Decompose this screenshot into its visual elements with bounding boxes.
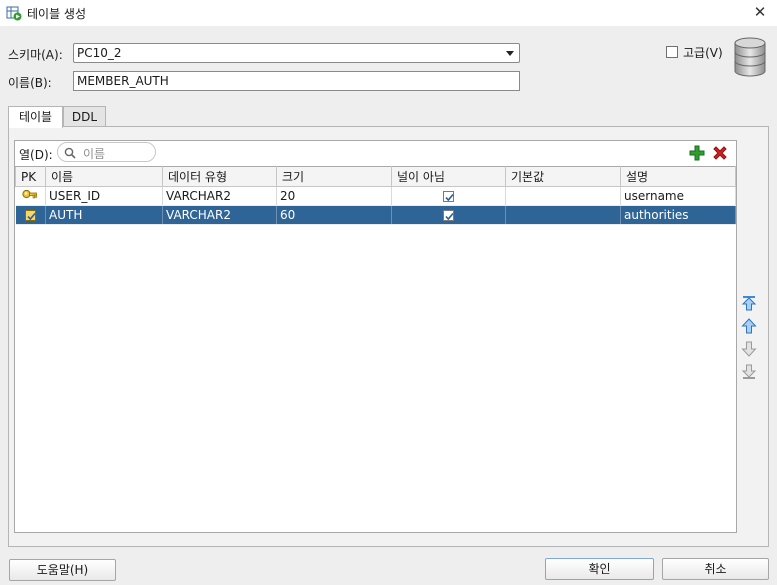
- comment-cell[interactable]: authorities: [620, 205, 736, 225]
- cancel-button[interactable]: 취소: [662, 558, 769, 580]
- table-name-input[interactable]: MEMBER_AUTH: [73, 71, 520, 91]
- database-icon: [734, 37, 766, 77]
- pk-cell[interactable]: [15, 205, 46, 225]
- data-type-cell[interactable]: VARCHAR2: [162, 205, 277, 225]
- header-not-null[interactable]: 널이 아님: [391, 166, 506, 187]
- check-icon: [445, 193, 454, 202]
- search-placeholder: 이름: [83, 147, 106, 161]
- search-icon: [64, 147, 76, 159]
- data-type-cell[interactable]: VARCHAR2: [162, 186, 277, 206]
- header-size[interactable]: 크기: [276, 166, 392, 187]
- comment-cell[interactable]: username: [620, 186, 736, 206]
- tab-table[interactable]: 테이블: [8, 106, 63, 128]
- tab-ddl[interactable]: DDL: [63, 106, 106, 127]
- close-icon[interactable]: ✕: [751, 3, 769, 21]
- default-cell[interactable]: [505, 186, 621, 206]
- primary-key-icon: [22, 190, 38, 199]
- columns-label: 열(D):: [19, 148, 53, 162]
- title-bar: 테이블 생성 ✕: [0, 0, 777, 26]
- advanced-checkbox[interactable]: [666, 46, 678, 58]
- help-button[interactable]: 도움말(H): [9, 559, 116, 581]
- columns-table: PK 이름 데이터 유형 크기 널이 아님 기본값 설명 USER_ID VAR…: [15, 166, 736, 225]
- pk-checkbox[interactable]: [24, 210, 36, 221]
- table-row[interactable]: USER_ID VARCHAR2 20 username: [15, 186, 736, 206]
- schema-label: 스키마(A):: [8, 48, 63, 62]
- window-title: 테이블 생성: [27, 7, 87, 21]
- name-cell[interactable]: USER_ID: [45, 186, 163, 206]
- table-row-selected[interactable]: AUTH VARCHAR2 60 authorities: [15, 205, 736, 225]
- check-icon: [445, 212, 454, 221]
- not-null-cell[interactable]: [391, 186, 506, 206]
- default-cell[interactable]: [505, 205, 621, 225]
- header-pk[interactable]: PK: [15, 166, 46, 187]
- chevron-down-icon: [506, 51, 514, 56]
- not-null-checkbox[interactable]: [443, 191, 454, 202]
- check-icon: [27, 212, 36, 221]
- move-bottom-icon[interactable]: [741, 364, 757, 380]
- header-data-type[interactable]: 데이터 유형: [162, 166, 277, 187]
- table-create-icon: [6, 6, 22, 21]
- ok-button[interactable]: 확인: [545, 558, 654, 580]
- move-down-icon[interactable]: [741, 341, 757, 357]
- column-search-input[interactable]: 이름: [57, 142, 156, 162]
- header-comment[interactable]: 설명: [620, 166, 736, 187]
- advanced-label: 고급(V): [683, 46, 723, 60]
- green-plus-icon[interactable]: [689, 145, 705, 161]
- name-label: 이름(B):: [8, 76, 52, 90]
- name-cell[interactable]: AUTH: [45, 205, 163, 225]
- schema-select[interactable]: PC10_2: [73, 43, 520, 63]
- size-cell[interactable]: 20: [276, 186, 392, 206]
- table-header-row: PK 이름 데이터 유형 크기 널이 아님 기본값 설명: [15, 166, 736, 187]
- red-x-icon[interactable]: [712, 145, 728, 161]
- pk-cell[interactable]: [15, 186, 46, 206]
- header-name[interactable]: 이름: [45, 166, 163, 187]
- not-null-cell[interactable]: [391, 205, 506, 225]
- move-top-icon[interactable]: [741, 295, 757, 311]
- size-cell[interactable]: 60: [276, 205, 392, 225]
- header-default[interactable]: 기본값: [505, 166, 621, 187]
- move-up-icon[interactable]: [741, 318, 757, 334]
- not-null-checkbox[interactable]: [443, 210, 454, 221]
- schema-value: PC10_2: [77, 46, 122, 60]
